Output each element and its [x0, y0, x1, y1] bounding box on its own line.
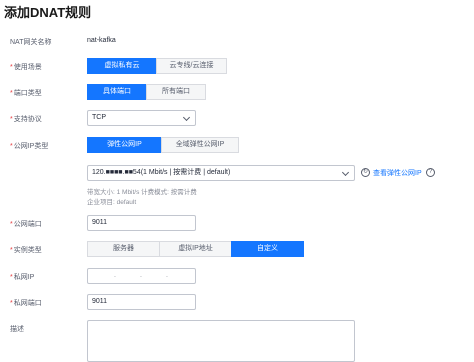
eip-bandwidth-hint: 带宽大小: 1 Mbit/s 计费模式: 按需计费	[87, 189, 197, 196]
ip-separator-3: .	[166, 272, 168, 279]
global-eip-option[interactable]: 全域弹性公网IP	[161, 137, 239, 153]
nat-gateway-value: nat-kafka	[87, 37, 116, 44]
protocol-value: TCP	[92, 114, 106, 121]
eip-value: 120.■■■■.■■54(1 Mbit/s | 按需计费 | default)	[92, 169, 231, 176]
eip-type-segmented: 弹性公网IP 全域弹性公网IP	[87, 137, 239, 153]
instance-vip-option[interactable]: 虚拟IP地址	[159, 241, 232, 257]
port-type-label: *端口类型	[10, 90, 42, 97]
private-ip-label: *私网IP	[10, 274, 35, 281]
usage-vpc-option[interactable]: 虚拟私有云	[87, 58, 157, 74]
eip-select[interactable]: 120.■■■■.■■54(1 Mbit/s | 按需计费 | default)	[87, 165, 355, 181]
description-textarea[interactable]	[87, 320, 355, 362]
instance-type-label: *实例类型	[10, 247, 42, 254]
refresh-icon[interactable]: ↻	[361, 168, 370, 177]
private-port-input[interactable]: 9011	[87, 294, 196, 310]
nat-gateway-label: NAT网关名称	[10, 39, 52, 46]
instance-custom-option[interactable]: 自定义	[231, 241, 304, 257]
public-port-input[interactable]: 9011	[87, 215, 196, 231]
help-icon[interactable]: ?	[426, 168, 435, 177]
description-label: 描述	[10, 326, 24, 333]
protocol-label: *支持协议	[10, 116, 42, 123]
instance-server-option[interactable]: 服务器	[87, 241, 160, 257]
usage-scenario-segmented: 虚拟私有云 云专线/云连接	[87, 58, 227, 74]
port-specific-option[interactable]: 具体端口	[87, 84, 147, 100]
private-port-label: *私网端口	[10, 300, 42, 307]
port-type-segmented: 具体端口 所有端口	[87, 84, 206, 100]
eip-option[interactable]: 弹性公网IP	[87, 137, 162, 153]
ip-separator-1: .	[114, 272, 116, 279]
page-title: 添加DNAT规则	[4, 5, 92, 20]
usage-scenario-label: *使用场景	[10, 64, 42, 71]
ip-separator-2: .	[140, 272, 142, 279]
port-all-option[interactable]: 所有端口	[146, 84, 206, 100]
eip-type-label: *公网IP类型	[10, 143, 49, 150]
public-port-label: *公网端口	[10, 221, 42, 228]
instance-type-segmented: 服务器 虚拟IP地址 自定义	[87, 241, 304, 257]
usage-dc-option[interactable]: 云专线/云连接	[156, 58, 227, 74]
private-ip-input[interactable]: . . .	[87, 268, 196, 284]
view-eip-link[interactable]: 查看弹性公网IP	[373, 168, 422, 178]
protocol-select[interactable]: TCP	[87, 110, 196, 126]
eip-project-hint: 企业项目: default	[87, 199, 137, 206]
